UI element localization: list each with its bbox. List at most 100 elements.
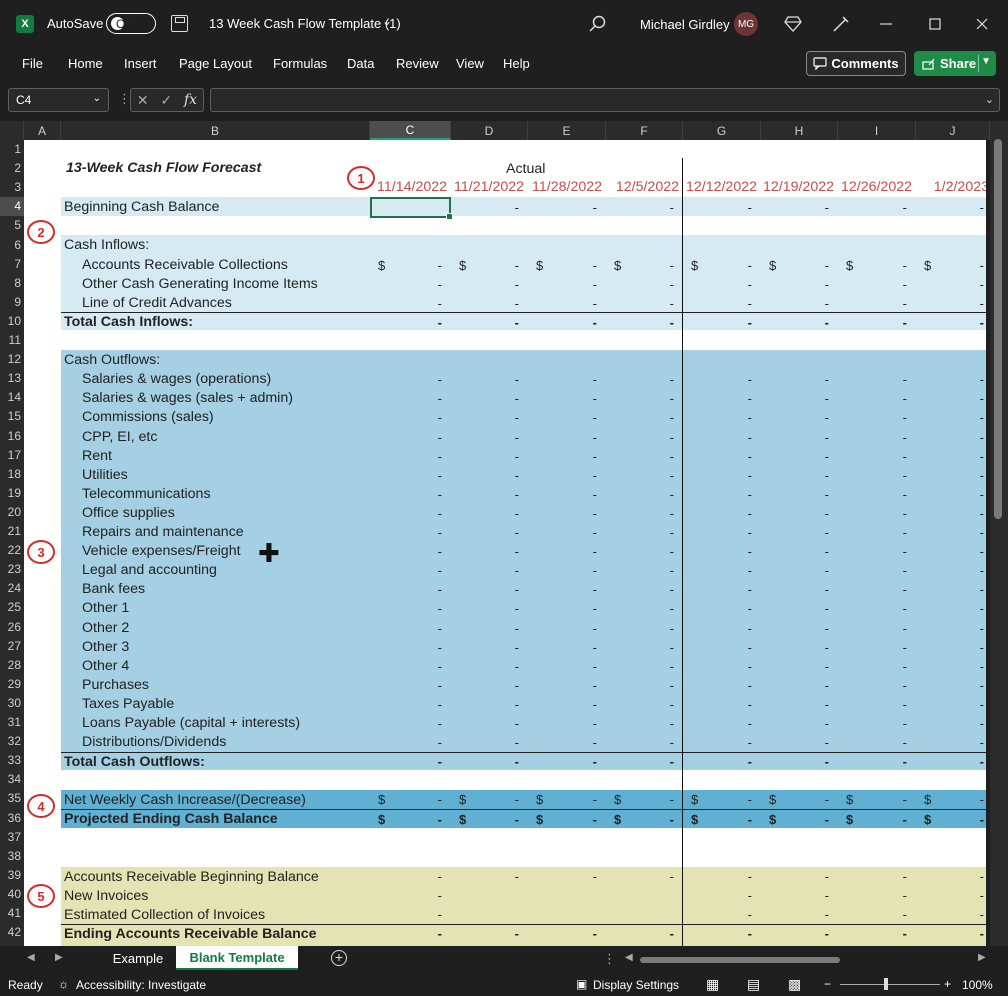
document-title[interactable]: 13 Week Cash Flow Template (1) xyxy=(209,16,401,31)
row-header[interactable]: 15 xyxy=(0,407,24,426)
row-header[interactable]: 6 xyxy=(0,236,24,255)
row-header[interactable]: 25 xyxy=(0,598,24,617)
scroll-right-icon[interactable]: ▶ xyxy=(978,952,986,963)
row-header[interactable]: 3 xyxy=(0,178,24,197)
column-header[interactable]: J xyxy=(916,121,990,140)
row-header[interactable]: 11 xyxy=(0,331,24,350)
formula-input[interactable]: ⌄ xyxy=(210,88,1000,112)
column-header[interactable]: G xyxy=(683,121,761,140)
menu-review[interactable]: Review xyxy=(396,56,439,71)
save-icon[interactable] xyxy=(171,15,188,32)
row-header[interactable]: 30 xyxy=(0,694,24,713)
chevron-down-icon[interactable]: ⌄ xyxy=(382,14,392,28)
row-header[interactable]: 39 xyxy=(0,866,24,885)
chevron-down-icon[interactable]: ▼ xyxy=(981,56,991,67)
menu-file[interactable]: File xyxy=(22,56,43,71)
minimize-icon[interactable] xyxy=(874,12,898,36)
diamond-icon[interactable] xyxy=(781,12,805,36)
row-header[interactable]: 14 xyxy=(0,388,24,407)
row-header[interactable]: 36 xyxy=(0,809,24,828)
row-header[interactable]: 23 xyxy=(0,560,24,579)
row-header[interactable]: 9 xyxy=(0,293,24,312)
scroll-left-icon[interactable]: ◀ xyxy=(27,952,35,963)
column-header[interactable]: A xyxy=(24,121,61,140)
more-icon[interactable]: ⋮ xyxy=(603,951,616,967)
avatar[interactable]: MG xyxy=(734,12,758,36)
row-header[interactable]: 22 xyxy=(0,541,24,560)
column-header-selected[interactable]: C xyxy=(370,121,451,140)
vertical-scrollbar[interactable] xyxy=(990,121,1008,946)
row-header[interactable]: 27 xyxy=(0,637,24,656)
column-header[interactable]: B xyxy=(61,121,370,140)
pen-icon[interactable] xyxy=(828,12,852,36)
row-header[interactable]: 34 xyxy=(0,770,24,789)
row-header[interactable]: 12 xyxy=(0,350,24,369)
menu-data[interactable]: Data xyxy=(347,56,374,71)
row-header[interactable]: 29 xyxy=(0,675,24,694)
row-header[interactable]: 18 xyxy=(0,465,24,484)
row-header[interactable]: 17 xyxy=(0,446,24,465)
row-header[interactable]: 13 xyxy=(0,369,24,388)
menu-view[interactable]: View xyxy=(456,56,484,71)
row-header[interactable]: 10 xyxy=(0,312,24,331)
column-header[interactable]: H xyxy=(761,121,838,140)
tab-blank-template[interactable]: Blank Template xyxy=(176,946,298,970)
zoom-slider-handle[interactable] xyxy=(884,978,888,990)
zoom-level[interactable]: 100% xyxy=(962,978,993,992)
display-icon[interactable]: ▣ xyxy=(576,977,587,991)
function-icon[interactable]: fx xyxy=(184,92,197,108)
close-icon[interactable] xyxy=(970,12,994,36)
row-header[interactable]: 38 xyxy=(0,847,24,866)
accessibility-icon[interactable]: ☼ xyxy=(58,977,69,991)
row-header[interactable]: 21 xyxy=(0,522,24,541)
horizontal-scrollbar[interactable] xyxy=(640,957,840,963)
menu-formulas[interactable]: Formulas xyxy=(273,56,327,71)
row-header[interactable]: 1 xyxy=(0,140,24,159)
normal-view-icon[interactable]: ▦ xyxy=(706,976,719,993)
menu-insert[interactable]: Insert xyxy=(124,56,157,71)
zoom-out-icon[interactable]: − xyxy=(824,977,831,991)
chevron-down-icon[interactable]: ⌄ xyxy=(985,93,994,106)
worksheet[interactable]: 13-Week Cash Flow Forecast Actual 11/14/… xyxy=(24,140,986,946)
row-header[interactable]: 8 xyxy=(0,274,24,293)
user-name[interactable]: Michael Girdley xyxy=(640,17,730,32)
zoom-in-icon[interactable]: + xyxy=(944,977,951,991)
column-header[interactable]: F xyxy=(606,121,683,140)
accessibility-status[interactable]: Accessibility: Investigate xyxy=(76,978,206,992)
row-header[interactable]: 41 xyxy=(0,904,24,923)
search-icon[interactable] xyxy=(588,14,608,34)
comments-button[interactable]: Comments xyxy=(806,51,906,76)
selected-cell[interactable] xyxy=(370,197,453,220)
row-header[interactable]: 7 xyxy=(0,255,24,274)
chevron-down-icon[interactable]: ⌄ xyxy=(93,93,101,104)
menu-help[interactable]: Help xyxy=(503,56,530,71)
tab-example[interactable]: Example xyxy=(102,946,174,970)
check-icon[interactable]: ✓ xyxy=(160,92,172,109)
scroll-right-icon[interactable]: ▶ xyxy=(55,952,63,963)
row-header[interactable]: 19 xyxy=(0,484,24,503)
row-header[interactable]: 42 xyxy=(0,923,24,942)
row-header[interactable]: 28 xyxy=(0,656,24,675)
row-header[interactable]: 33 xyxy=(0,751,24,770)
column-header[interactable]: I xyxy=(838,121,916,140)
row-header[interactable]: 5 xyxy=(0,216,24,235)
autosave-toggle[interactable]: Off xyxy=(106,13,156,34)
share-button[interactable]: Share ▼ xyxy=(914,51,996,76)
select-all-corner[interactable] xyxy=(0,121,24,140)
row-header[interactable]: 4 xyxy=(0,197,24,217)
row-header[interactable]: 31 xyxy=(0,713,24,732)
menu-page-layout[interactable]: Page Layout xyxy=(179,56,252,71)
row-header[interactable]: 40 xyxy=(0,885,24,904)
column-header[interactable]: E xyxy=(528,121,606,140)
row-header[interactable]: 24 xyxy=(0,579,24,598)
row-header[interactable]: 20 xyxy=(0,503,24,522)
row-header[interactable]: 35 xyxy=(0,789,24,808)
menu-home[interactable]: Home xyxy=(68,56,103,71)
maximize-icon[interactable] xyxy=(923,12,947,36)
name-box[interactable]: C4 ⌄ xyxy=(8,88,109,112)
row-header[interactable]: 16 xyxy=(0,427,24,446)
add-sheet-icon[interactable]: + xyxy=(331,950,347,966)
zoom-slider[interactable] xyxy=(840,984,940,985)
scroll-left-icon[interactable]: ◀ xyxy=(625,952,633,963)
row-header[interactable]: 32 xyxy=(0,732,24,751)
